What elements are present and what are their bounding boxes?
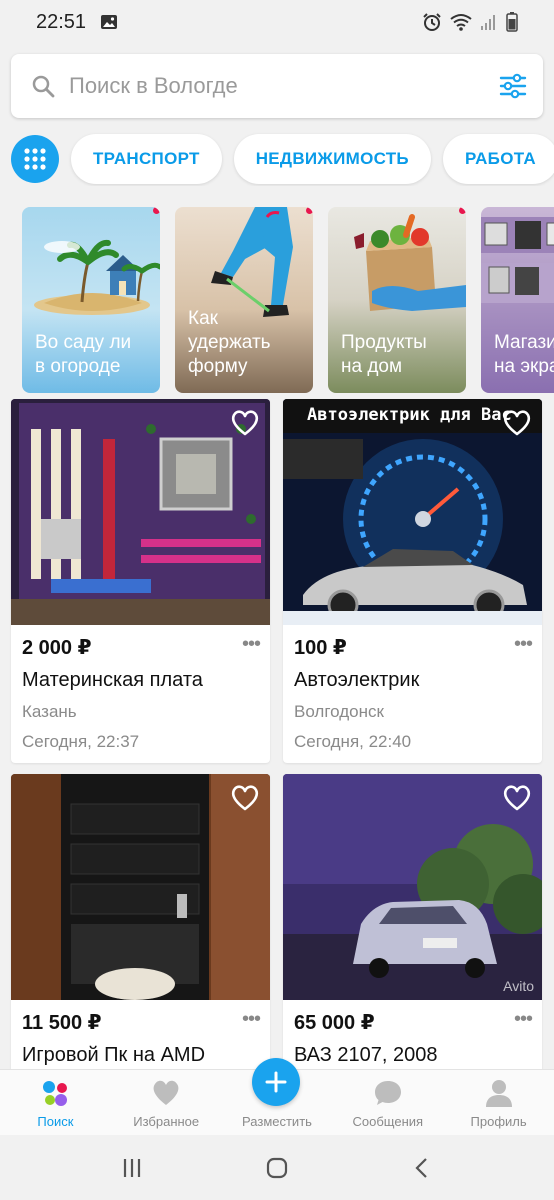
unread-dot [306, 207, 313, 214]
tab-label: Поиск [37, 1114, 74, 1129]
tab-messages[interactable]: Сообщения [332, 1070, 443, 1135]
photo-banner-text: Автоэлектрик для Вас [307, 405, 512, 425]
listing-photo [11, 774, 270, 1000]
tab-label: Избранное [133, 1114, 200, 1129]
listing-city: Волгодонск [294, 702, 384, 721]
gallery-notification-icon [101, 15, 118, 29]
status-time: 22:51 [36, 10, 87, 33]
listing-price: 11 500 ₽ [22, 1012, 102, 1034]
listing-card[interactable]: Avito 65 000 ₽ ••• ВАЗ 2107, 2008 [283, 774, 542, 1074]
listing-city: Казань [22, 702, 77, 721]
home-icon[interactable] [265, 1156, 289, 1180]
photo-watermark: Avito [503, 978, 534, 994]
grid-icon [24, 148, 46, 170]
tab-search[interactable]: Поиск [0, 1070, 111, 1135]
wifi-icon [450, 14, 472, 31]
search-icon [32, 75, 55, 98]
tab-profile[interactable]: Профиль [443, 1070, 554, 1135]
tab-favorites[interactable]: Избранное [111, 1070, 222, 1135]
status-bar: 22:51 [0, 0, 554, 44]
listing-card[interactable]: 11 500 ₽ ••• Игровой Пк на AMD [11, 774, 270, 1074]
more-options-icon[interactable]: ••• [242, 1008, 261, 1031]
listing-photo: Автоэлектрик для Вас [283, 399, 542, 625]
listing-photo: Avito [283, 774, 542, 1000]
story-card-groceries[interactable]: Продукты на дом [328, 207, 466, 393]
listing-title: ВАЗ 2107, 2008 [294, 1044, 438, 1066]
category-chips: ТРАНСПОРТ НЕДВИЖИМОСТЬ РАБОТА [11, 132, 554, 186]
story-card-fitness[interactable]: Как удержать форму [175, 207, 313, 393]
stories-carousel: Во саду ли в огороде Как удержать форму … [22, 207, 554, 393]
search-input[interactable] [69, 73, 499, 99]
search-tab-icon [43, 1081, 68, 1106]
favorite-heart-icon[interactable] [230, 409, 260, 437]
tab-label: Разместить [242, 1114, 312, 1129]
more-options-icon[interactable]: ••• [514, 633, 533, 656]
favorite-heart-icon[interactable] [502, 409, 532, 437]
story-label: Во саду ли в огороде [35, 332, 132, 377]
unread-dot [153, 207, 160, 214]
listing-card[interactable]: Автоэлектрик для Вас 100 ₽ ••• Автоэлект… [283, 399, 542, 763]
more-options-icon[interactable]: ••• [514, 1008, 533, 1031]
profile-icon [485, 1080, 512, 1107]
chat-icon [374, 1081, 401, 1105]
listing-title: Автоэлектрик [294, 669, 420, 691]
listing-photo [11, 399, 270, 625]
story-label: Продукты на дом [341, 332, 427, 377]
battery-icon [506, 12, 518, 32]
favorite-heart-icon[interactable] [230, 784, 260, 812]
listing-time: Сегодня, 22:37 [22, 732, 140, 751]
listing-time: Сегодня, 22:40 [294, 732, 412, 751]
system-nav-bar [0, 1135, 554, 1200]
category-chip-realty[interactable]: НЕДВИЖИМОСТЬ [233, 134, 431, 184]
heart-icon [153, 1080, 179, 1105]
back-icon[interactable] [411, 1157, 433, 1179]
tab-label: Профиль [470, 1114, 527, 1129]
listing-card[interactable]: 2 000 ₽ ••• Материнская плата Казань Сег… [11, 399, 270, 763]
tab-label: Сообщения [352, 1114, 424, 1129]
listing-title: Игровой Пк на AMD [22, 1044, 206, 1066]
unread-dot [459, 207, 466, 214]
more-options-icon[interactable]: ••• [242, 633, 261, 656]
listing-price: 100 ₽ [294, 637, 347, 659]
post-ad-button[interactable] [252, 1058, 300, 1106]
search-bar[interactable] [11, 54, 543, 118]
favorite-heart-icon[interactable] [502, 784, 532, 812]
listing-price: 2 000 ₽ [22, 637, 92, 659]
listing-price: 65 000 ₽ [294, 1012, 375, 1034]
story-label: Магазин на экра [494, 332, 554, 377]
alarm-icon [423, 13, 441, 31]
plus-icon [265, 1071, 287, 1093]
listing-title: Материнская плата [22, 669, 203, 691]
recent-apps-icon[interactable] [121, 1157, 143, 1179]
signal-icon [481, 15, 495, 30]
filters-icon[interactable] [499, 73, 527, 99]
all-categories-button[interactable] [11, 135, 59, 183]
story-card-shop[interactable]: Магазин на экра [481, 207, 554, 393]
story-card-garden[interactable]: Во саду ли в огороде [22, 207, 160, 393]
category-chip-jobs[interactable]: РАБОТА [442, 134, 554, 184]
story-label: Как удержать форму [188, 308, 271, 377]
category-chip-transport[interactable]: ТРАНСПОРТ [71, 134, 222, 184]
